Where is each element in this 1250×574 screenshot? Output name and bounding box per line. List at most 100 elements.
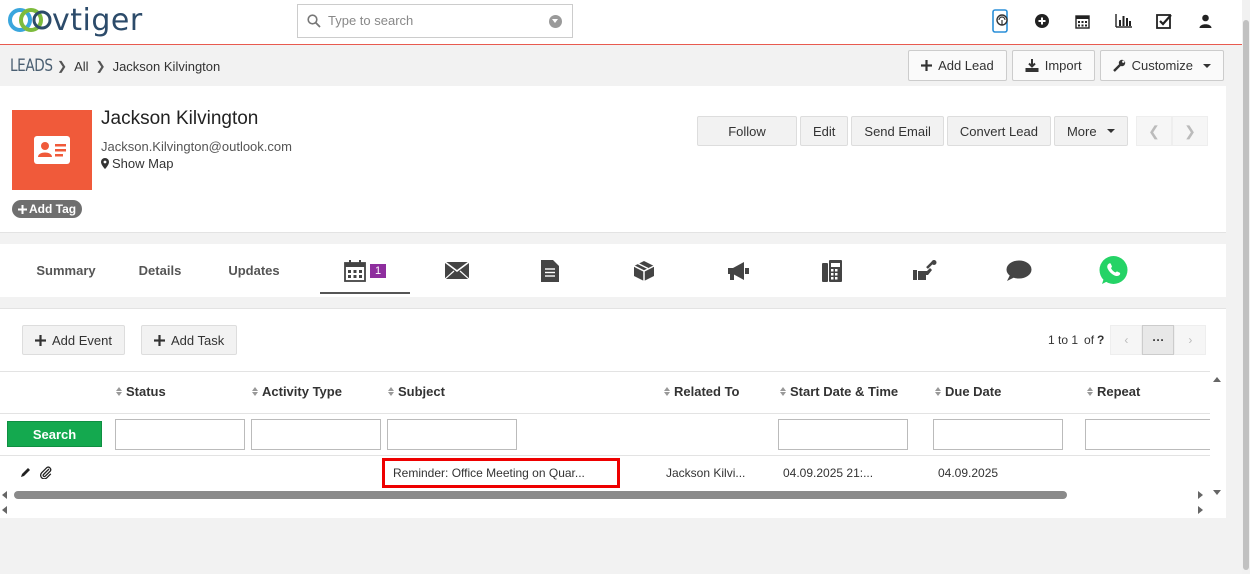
tab-emails[interactable] [410,244,503,297]
search-options-icon[interactable] [549,15,562,28]
row-related-to[interactable]: Jackson Kilvi... [666,466,745,480]
chevron-right-icon: ❯ [57,59,68,73]
import-button[interactable]: Import [1011,50,1095,81]
column-label: Start Date & Time [790,384,899,399]
pager-of: of [1084,333,1095,347]
paperclip-icon[interactable] [40,466,52,479]
status-filter-input[interactable] [115,419,245,450]
column-due-date[interactable]: Due Date [935,384,1001,399]
add-event-label: Add Event [52,332,112,348]
pager-range: 1 to 1 [1048,333,1079,347]
checkbox-icon[interactable] [1144,8,1185,34]
filter-search-button[interactable]: Search [7,421,102,447]
subject-filter-input[interactable] [387,419,517,450]
sort-icon [116,387,122,396]
scroll-down-icon[interactable] [1213,490,1221,495]
column-subject[interactable]: Subject [388,384,445,399]
caret-down-icon [1106,129,1115,133]
due-date-filter-input[interactable] [933,419,1063,450]
user-icon[interactable] [1185,8,1226,34]
follow-button[interactable]: Follow [697,116,797,146]
row-subject[interactable]: Reminder: Office Meeting on Quar... [382,458,620,488]
plus-circle-icon[interactable] [1021,8,1062,34]
previous-page-button[interactable]: ‹ [1110,325,1143,355]
more-button[interactable]: More [1053,116,1128,146]
page-scrollbar-thumb[interactable] [1243,20,1249,570]
table-horizontal-scrollbar[interactable] [0,487,1210,503]
add-lead-button[interactable]: Add Lead [908,50,1007,81]
add-tag-button[interactable]: Add Tag [12,200,83,218]
chevron-right-icon: › [1188,333,1193,347]
column-activity-type[interactable]: Activity Type [252,384,342,399]
column-status[interactable]: Status [116,384,166,399]
send-email-button[interactable]: Send Email [851,116,944,146]
repeat-filter-input[interactable] [1085,419,1210,450]
tab-updates[interactable]: Updates [188,244,320,297]
download-icon [1025,59,1039,72]
tab-documents[interactable] [503,244,597,297]
column-repeat[interactable]: Repeat [1087,384,1140,399]
pagination: 1 to 1 of ? ‹ ··· › [1048,325,1207,355]
map-marker-icon [101,158,109,169]
sort-icon [664,387,670,396]
plus-icon [154,334,165,346]
logo-text: vtiger [52,2,143,38]
edit-button[interactable]: Edit [800,116,849,146]
pencil-icon[interactable] [20,467,31,478]
show-map-link[interactable]: Show Map [101,156,173,171]
scroll-left-icon[interactable] [2,506,7,514]
record-name: Jackson Kilvington [101,108,259,129]
add-task-button[interactable]: Add Task [141,325,238,355]
scrollbar-thumb[interactable] [14,491,1067,499]
tab-comments[interactable] [972,244,1066,297]
search-icon [307,14,321,28]
tab-campaigns[interactable] [691,244,785,297]
next-record-button[interactable]: ❯ [1172,116,1208,146]
table-row[interactable]: Reminder: Office Meeting on Quar... Jack… [0,456,1210,490]
breadcrumb-filter[interactable]: All [74,59,88,74]
scroll-right-icon[interactable] [1198,506,1203,514]
previous-record-button[interactable]: ❮ [1136,116,1172,146]
remote-support-icon[interactable] [980,8,1021,34]
global-search[interactable] [297,4,573,38]
add-lead-label: Add Lead [938,58,994,73]
tab-activities[interactable]: 1 [320,244,410,297]
customize-button[interactable]: Customize [1099,50,1224,81]
page-vertical-scrollbar[interactable] [1242,0,1250,574]
add-event-button[interactable]: Add Event [22,325,125,355]
column-start-date[interactable]: Start Date & Time [780,384,898,399]
tab-whatsapp[interactable] [1066,244,1160,297]
tab-calls[interactable] [785,244,878,297]
tab-summary[interactable]: Summary [0,244,132,297]
box-icon [633,260,655,281]
record-email[interactable]: Jackson.Kilvington@outlook.com [101,139,292,154]
column-label: Subject [398,384,445,399]
vtiger-logo[interactable]: vtiger [6,2,143,38]
scroll-up-icon[interactable] [1213,377,1221,382]
add-task-label: Add Task [171,332,225,348]
wrench-hand-icon [913,259,937,280]
start-date-filter-input[interactable] [778,419,908,450]
breadcrumb-module[interactable]: LEADS [10,56,53,76]
chevron-right-icon: ❯ [95,59,106,73]
search-input[interactable] [328,13,538,28]
phone-icon [821,259,842,282]
convert-lead-button[interactable]: Convert Lead [946,116,1051,146]
calendar-icon[interactable] [1062,8,1103,34]
bar-chart-icon[interactable] [1103,8,1144,34]
scroll-right-icon[interactable] [1198,491,1203,499]
wrench-icon [1112,59,1125,72]
tab-details[interactable]: Details [132,244,188,297]
scroll-left-icon[interactable] [2,491,7,499]
tab-products[interactable] [597,244,691,297]
column-label: Related To [674,384,740,399]
next-page-button[interactable]: › [1174,325,1207,355]
sort-icon [935,387,941,396]
page-jump-button[interactable]: ··· [1142,325,1175,355]
tab-services[interactable] [878,244,972,297]
more-label: More [1066,123,1097,139]
column-related-to[interactable]: Related To [664,384,740,399]
import-label: Import [1044,58,1082,73]
activity-type-filter-input[interactable] [251,419,381,450]
pager-total[interactable]: ? [1097,333,1104,347]
